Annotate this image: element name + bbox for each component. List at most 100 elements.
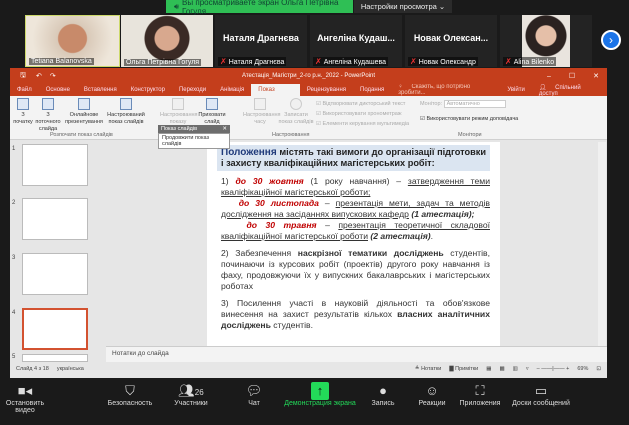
zoom-level[interactable]: 69%: [577, 366, 588, 372]
comments-toggle[interactable]: ▇ Примітки: [449, 366, 478, 372]
slideshow-view-icon[interactable]: ▿: [526, 366, 529, 372]
tab-slideshow[interactable]: Показ слайдів: [251, 84, 300, 105]
signin-link[interactable]: Увійти: [500, 87, 531, 93]
language[interactable]: українська: [57, 366, 84, 372]
label: Примітки: [455, 366, 479, 372]
label: Остановить видео: [5, 400, 45, 414]
slide-thumbnail-selected[interactable]: [22, 308, 88, 350]
participant-tile[interactable]: Ангеліна Кудаш... ✗ Ангеліна Кудашева: [310, 15, 402, 67]
participant-tile[interactable]: Наталя Драгнєва ✗ Наталя Драгнєва: [215, 15, 307, 67]
monitor-select[interactable]: Автоматично: [443, 100, 506, 108]
slide-thumbnail[interactable]: [22, 354, 88, 362]
thumb-number: 4: [12, 310, 16, 316]
close-icon[interactable]: ✕: [222, 126, 227, 132]
slideshow-icon: [42, 98, 54, 110]
participant-tile[interactable]: ✗ Alina Bilenko: [500, 15, 592, 67]
from-current-button[interactable]: З поточного слайда: [35, 96, 61, 133]
label: Нотатки: [421, 366, 442, 372]
share-button[interactable]: 👤︎ Спільний доступ: [532, 84, 607, 97]
sorter-view-icon[interactable]: ▩: [499, 366, 504, 372]
zoom-slider[interactable]: – ——|—— +: [537, 366, 570, 372]
smiley-icon: ☺: [425, 383, 439, 398]
close-icon[interactable]: ✕: [593, 72, 599, 80]
tab-transitions[interactable]: Переходи: [172, 87, 213, 93]
chat-button[interactable]: 💬︎ Чат: [242, 382, 266, 407]
online-present-button[interactable]: Онлайнове презентування: [64, 96, 104, 126]
timer-icon: [254, 98, 266, 110]
label: Реакции: [418, 400, 446, 407]
apps-icon: ⛶: [475, 383, 485, 398]
t: (1 атестація);: [408, 209, 475, 219]
fit-icon[interactable]: ⊡: [596, 366, 601, 372]
tab-insert[interactable]: Вставлення: [77, 87, 124, 93]
tab-animations[interactable]: Анімація: [213, 87, 251, 93]
record-show-button[interactable]: Записати показ слайдів: [278, 96, 314, 126]
shield-icon: ⛉: [125, 383, 135, 398]
tab-home[interactable]: Основне: [39, 87, 77, 93]
label: Онлайнове презентування: [65, 112, 103, 125]
slide-thumbnail[interactable]: [22, 144, 88, 186]
participants-icon: 👥︎26: [178, 383, 204, 398]
t: студентів.: [270, 320, 313, 330]
resume-slideshow-item[interactable]: Продовжити показ слайдів: [158, 133, 230, 149]
group-label: Розпочати показ слайдів: [50, 132, 113, 138]
slide-thumbnail[interactable]: [22, 253, 88, 295]
label: Запись: [371, 400, 395, 407]
notes-placeholder: Нотатки до слайда: [112, 350, 169, 357]
narration-checkbox[interactable]: ☑ Відтворювати дикторський текст: [316, 99, 409, 109]
presenter-view-checkbox[interactable]: ☑ Використовувати режим доповідача: [420, 116, 518, 122]
label: Доски сообщений: [512, 400, 570, 407]
rehearse-button[interactable]: Настроювання часу: [243, 96, 281, 126]
participant-tile[interactable]: Новак Олексан... ✗ Новак Олександр: [405, 15, 497, 67]
from-start-button[interactable]: З початку: [12, 96, 34, 126]
video-button[interactable]: ■◂ Остановить видео: [0, 382, 50, 414]
participant-tile[interactable]: Ольга Петрівна Гогуля: [121, 15, 213, 67]
undo-icon[interactable]: ↶: [36, 72, 42, 80]
tab-design[interactable]: Конструктор: [124, 87, 172, 93]
notes-toggle[interactable]: ≜ Нотатки: [415, 366, 441, 372]
banner-text: Вы просматриваете экран Ольга Петрівна Г…: [182, 0, 339, 16]
redo-icon[interactable]: ↷: [50, 72, 56, 80]
security-button[interactable]: ⛉ Безопасность: [100, 382, 160, 407]
label: Безопасность: [107, 400, 153, 407]
thumb-number: 3: [12, 255, 16, 261]
label: З початку: [13, 112, 33, 125]
reading-view-icon[interactable]: ▥: [513, 366, 518, 372]
status-bar: Слайд 4 з 18 українська ≜ Нотатки ▇ Прим…: [10, 362, 607, 376]
whiteboards-button[interactable]: ▭ Доски сообщений: [508, 382, 574, 407]
save-icon[interactable]: 🖫: [20, 71, 26, 82]
view-options-button[interactable]: Настройки просмотра ⌄: [354, 0, 452, 13]
whiteboard-icon: ▭: [534, 383, 548, 398]
tab-review[interactable]: Рецензування: [300, 87, 353, 93]
normal-view-icon[interactable]: ▦: [486, 366, 491, 372]
share-screen-button[interactable]: ↑ Демонстрация экрана: [282, 382, 358, 407]
hide-slide-button[interactable]: Приховати слайд: [198, 96, 226, 126]
tab-view[interactable]: Подання: [353, 87, 391, 93]
media-controls-checkbox[interactable]: ☑ Елементи керування мультимедіа: [316, 119, 409, 129]
setup-icon: [172, 98, 184, 110]
muted-mic-icon: ✗: [220, 57, 227, 66]
vertical-scrollbar[interactable]: [598, 142, 606, 346]
t: –: [318, 198, 336, 208]
participant-tile[interactable]: Tetiana Balanovska: [25, 15, 120, 67]
thumb-number: 5: [12, 354, 16, 360]
reactions-button[interactable]: ☺ Реакции: [414, 382, 450, 407]
next-page-arrow-icon[interactable]: ›: [601, 30, 621, 50]
slideshow-icon: [17, 98, 29, 110]
record-button[interactable]: ● Запись: [368, 382, 398, 407]
custom-show-button[interactable]: Настроюваний показ слайдів: [106, 96, 146, 126]
notes-pane[interactable]: Нотатки до слайда: [106, 346, 607, 362]
minimize-icon[interactable]: –: [547, 73, 551, 80]
apps-button[interactable]: ⛶ Приложения: [456, 382, 504, 407]
timings-checkbox[interactable]: ☑ Використовувати хронометраж: [316, 109, 409, 119]
participant-name: Alina Bilenko: [513, 59, 555, 66]
label: Настроюваний показ слайдів: [107, 112, 145, 125]
maximize-icon[interactable]: ☐: [569, 72, 575, 80]
tab-file[interactable]: Файл: [10, 87, 39, 93]
slide-thumbnail[interactable]: [22, 198, 88, 240]
muted-mic-icon: ✗: [410, 57, 417, 66]
deadline-3: до 30 травня: [246, 220, 317, 230]
paragraph-3: 3) Посилення участі в науковій діяльност…: [207, 298, 500, 331]
participants-button[interactable]: 👥︎26 Участники: [168, 382, 214, 407]
tell-me-box[interactable]: ♀ Скажіть, що потрібно зробити...: [391, 84, 500, 96]
